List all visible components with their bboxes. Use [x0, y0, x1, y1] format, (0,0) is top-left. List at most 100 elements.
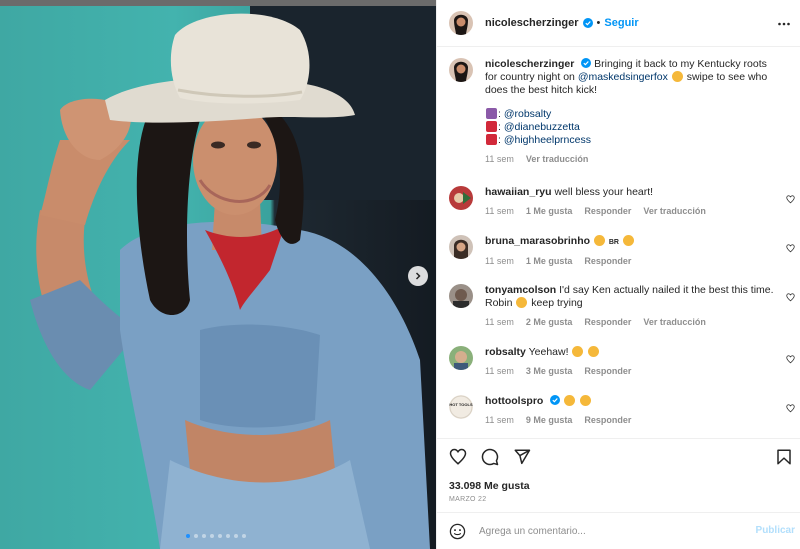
heart-icon[interactable]	[786, 244, 795, 253]
hottools-logo-text: HOT TOOLS	[449, 402, 473, 407]
verified-badge-icon	[550, 395, 561, 405]
reply-button[interactable]: Responder	[584, 205, 631, 218]
comment-username[interactable]: tonyamcolson	[485, 284, 556, 296]
caption-meta: 11 sem Ver traducción	[485, 153, 781, 166]
follow-button[interactable]: Seguir	[604, 17, 638, 29]
comment-input[interactable]	[479, 523, 739, 540]
post-date: MARZO 22	[449, 496, 487, 503]
commenter-avatar[interactable]	[449, 284, 473, 308]
emoji-icon[interactable]	[449, 523, 466, 540]
caption-time[interactable]: 11 sem	[485, 153, 514, 166]
comment-username[interactable]: robsalty	[485, 346, 526, 358]
commenter-avatar[interactable]	[449, 235, 473, 259]
dancer-emoji-icon	[486, 121, 497, 132]
heart-eyes-emoji-icon	[580, 395, 592, 406]
comment-time[interactable]: 11 sem	[485, 255, 514, 268]
comment-item: HOT TOOLS hottoolspro 11 sem 9 Me gusta …	[449, 395, 795, 435]
heart-eyes-emoji-icon	[588, 346, 600, 357]
caption-body: nicolescherzinger Bringing it back to my…	[485, 58, 781, 166]
comment-meta: 11 sem 2 Me gusta Responder Ver traducci…	[485, 316, 781, 329]
comment-text: keep trying	[531, 297, 583, 309]
caption-translate-link[interactable]: Ver traducción	[526, 153, 589, 166]
heart-icon[interactable]	[786, 404, 795, 413]
comment-text: well bless your heart!	[554, 186, 654, 198]
carousel-dot	[226, 534, 230, 538]
action-icons	[449, 448, 531, 466]
more-options-icon[interactable]	[777, 17, 791, 31]
share-icon[interactable]	[513, 448, 531, 466]
post-side-panel: nicolescherzinger • Seguir nicolescherzi…	[436, 0, 800, 549]
comment-body: hawaiian_ryu well bless your heart! 11 s…	[485, 186, 781, 218]
verified-badge-icon	[582, 18, 593, 28]
caption-mention[interactable]: @maskedsingerfox	[578, 71, 668, 83]
likes-count[interactable]: 33.098 Me gusta	[449, 480, 530, 492]
heart-icon[interactable]	[786, 195, 795, 204]
post-media[interactable]	[0, 0, 436, 549]
cowboy-emoji-icon	[671, 71, 683, 82]
carousel-dot	[202, 534, 206, 538]
carousel-next-button[interactable]	[408, 266, 428, 286]
comment-body: bruna_marasobrinho BR 11 sem 1 Me gusta …	[485, 235, 781, 268]
comment-meta: 11 sem 1 Me gusta Responder	[485, 255, 781, 268]
reply-button[interactable]: Responder	[584, 365, 631, 378]
kiss-emoji-icon	[622, 235, 634, 246]
comment-composer: Publicar	[437, 512, 800, 549]
comment-icon[interactable]	[481, 448, 499, 466]
caption-username[interactable]: nicolescherzinger	[485, 58, 574, 70]
tag-mention[interactable]: @robsalty	[504, 108, 551, 120]
carousel-dot	[218, 534, 222, 538]
comment-username[interactable]: hottoolspro	[485, 395, 543, 407]
post-header: nicolescherzinger • Seguir	[437, 0, 800, 47]
translate-link[interactable]: Ver traducción	[643, 205, 706, 218]
heart-eyes-emoji-icon	[572, 346, 584, 357]
comment-item: robsalty Yeehaw! 11 sem 3 Me gusta Respo…	[449, 346, 795, 390]
heart-icon[interactable]	[449, 448, 467, 466]
bookmark-icon[interactable]	[775, 448, 793, 466]
comment-username[interactable]: hawaiian_ryu	[485, 186, 552, 198]
commenter-avatar[interactable]	[449, 346, 473, 370]
comment-item: bruna_marasobrinho BR 11 sem 1 Me gusta …	[449, 235, 795, 279]
cowboy-emoji-icon	[564, 395, 576, 406]
comment-item: hawaiian_ryu well bless your heart! 11 s…	[449, 186, 795, 230]
comment-meta: 11 sem 9 Me gusta Responder	[485, 414, 781, 427]
translate-link[interactable]: Ver traducción	[643, 316, 706, 329]
heart-eyes-emoji-icon	[593, 235, 605, 246]
verified-badge-icon	[581, 58, 592, 68]
dancer-emoji-icon	[486, 108, 497, 119]
comment-body: hottoolspro 11 sem 9 Me gusta Responder	[485, 395, 781, 427]
comment-body: robsalty Yeehaw! 11 sem 3 Me gusta Respo…	[485, 346, 781, 378]
comment-body: tonyamcolson I'd say Ken actually nailed…	[485, 284, 781, 329]
commenter-avatar[interactable]	[449, 186, 473, 210]
caption-author-avatar[interactable]	[449, 58, 473, 82]
author-avatar[interactable]	[449, 11, 473, 35]
comment-likes[interactable]: 3 Me gusta	[526, 365, 573, 378]
heart-icon[interactable]	[786, 355, 795, 364]
comment-time[interactable]: 11 sem	[485, 316, 514, 329]
commenter-avatar[interactable]: HOT TOOLS	[449, 395, 473, 419]
tag-mention[interactable]: @dianebuzzetta	[504, 121, 580, 133]
heart-icon[interactable]	[786, 293, 795, 302]
flag-br-text: BR	[608, 239, 619, 246]
dancer-emoji-icon	[486, 134, 497, 145]
comment-item: tonyamcolson I'd say Ken actually nailed…	[449, 284, 795, 342]
reply-button[interactable]: Responder	[584, 316, 631, 329]
comment-likes[interactable]: 2 Me gusta	[526, 316, 573, 329]
comment-text: Robin	[485, 297, 513, 309]
comment-meta: 11 sem 3 Me gusta Responder	[485, 365, 781, 378]
comment-time[interactable]: 11 sem	[485, 205, 514, 218]
publish-button[interactable]: Publicar	[756, 525, 795, 536]
comment-likes[interactable]: 1 Me gusta	[526, 255, 573, 268]
post-caption: nicolescherzinger Bringing it back to my…	[449, 58, 795, 178]
comment-time[interactable]: 11 sem	[485, 414, 514, 427]
author-username[interactable]: nicolescherzinger	[485, 17, 579, 29]
carousel-dot	[234, 534, 238, 538]
tag-mention[interactable]: @highheelprncess	[504, 134, 591, 146]
comments-list[interactable]: nicolescherzinger Bringing it back to my…	[437, 48, 800, 437]
reply-button[interactable]: Responder	[584, 255, 631, 268]
reply-button[interactable]: Responder	[584, 414, 631, 427]
comment-likes[interactable]: 1 Me gusta	[526, 205, 573, 218]
comment-likes[interactable]: 9 Me gusta	[526, 414, 573, 427]
comment-username[interactable]: bruna_marasobrinho	[485, 235, 590, 247]
carousel-dots	[186, 534, 246, 538]
comment-time[interactable]: 11 sem	[485, 365, 514, 378]
